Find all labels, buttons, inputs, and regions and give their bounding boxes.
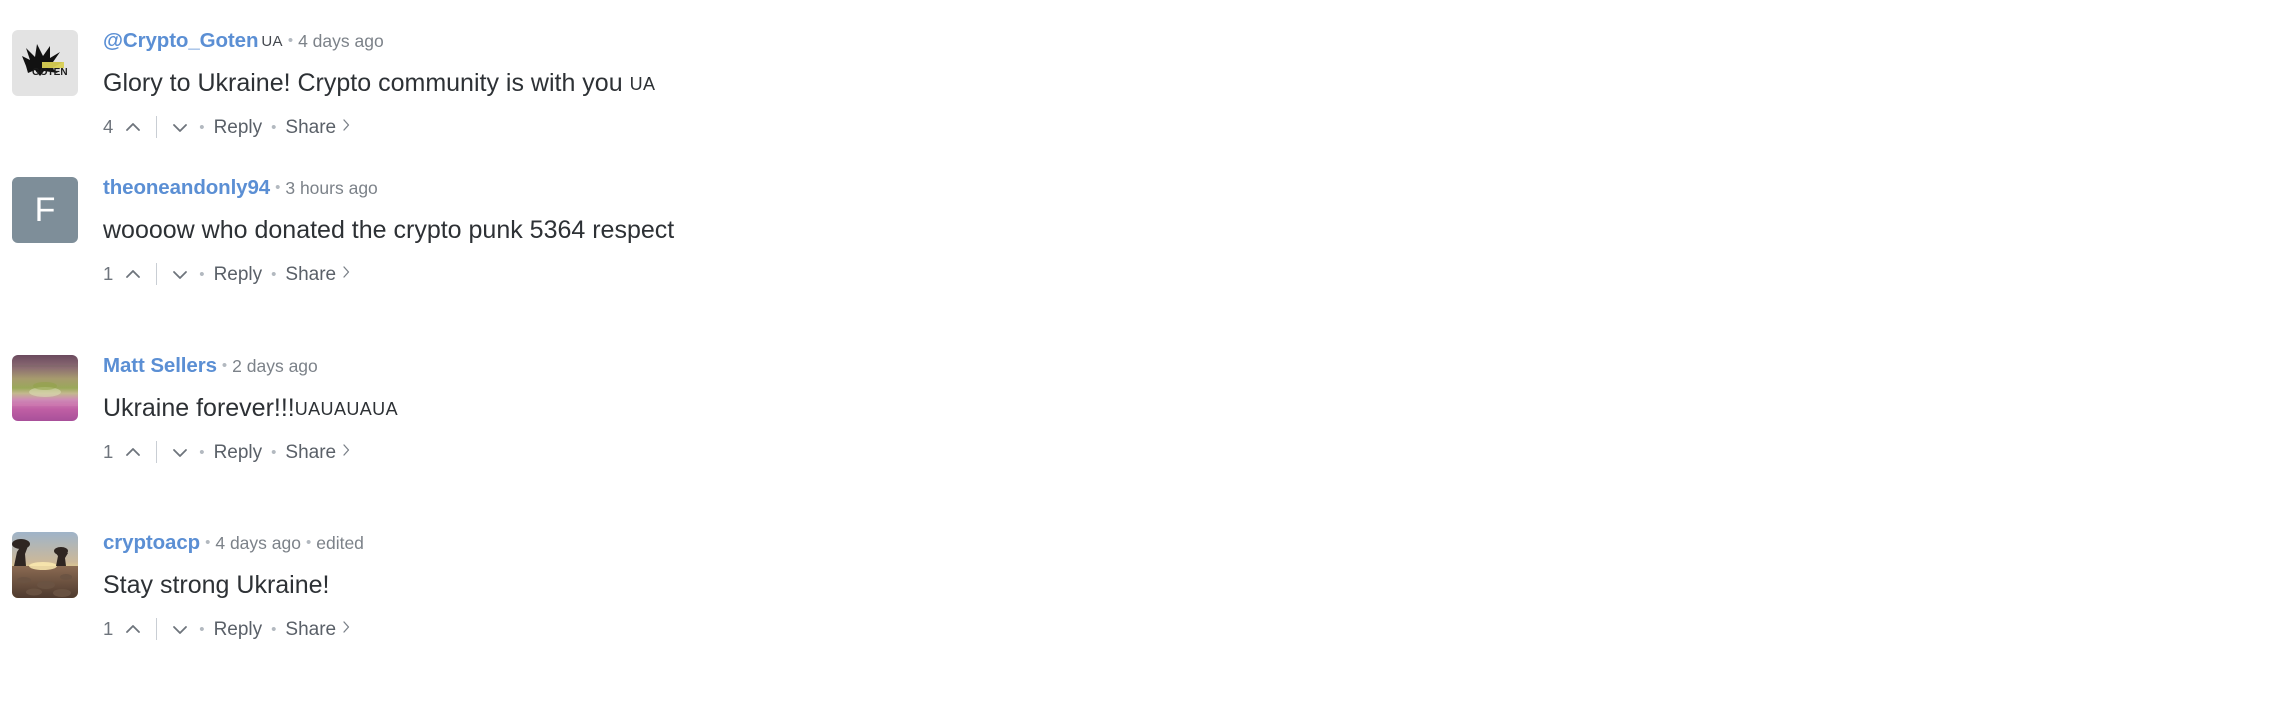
upvote-icon[interactable] — [123, 264, 143, 284]
avatar-initial: F — [34, 191, 56, 229]
comment-meta: cryptoacp • 4 days ago • edited — [103, 532, 2282, 554]
reply-button[interactable]: Reply — [214, 443, 263, 462]
comment-actions: 1 • Reply • Share — [103, 441, 2282, 463]
comment-meta: @Crypto_Goten UA • 4 days ago — [103, 30, 2282, 52]
chevron-right-icon — [342, 442, 351, 462]
comment-author-link[interactable]: Matt Sellers — [103, 354, 217, 377]
avatar[interactable] — [12, 532, 78, 598]
share-button[interactable]: Share — [285, 117, 351, 137]
downvote-icon[interactable] — [170, 117, 190, 137]
downvote-icon[interactable] — [170, 264, 190, 284]
action-separator: • — [271, 118, 277, 136]
downvote-icon[interactable] — [170, 442, 190, 462]
vote-divider — [156, 116, 158, 138]
vote-count: 1 — [103, 617, 114, 639]
action-separator: • — [271, 620, 277, 638]
upvote-icon[interactable] — [123, 442, 143, 462]
vote-count: 1 — [103, 440, 114, 462]
chevron-right-icon — [342, 619, 351, 639]
meta-separator: • — [205, 534, 211, 551]
upvote-icon[interactable] — [123, 619, 143, 639]
comment-timestamp: 3 hours ago — [285, 178, 378, 198]
meta-separator: • — [275, 179, 281, 196]
meta-separator: • — [221, 357, 228, 374]
svg-text:GOTEN: GOTEN — [32, 67, 68, 78]
action-separator: • — [199, 118, 205, 136]
action-separator: • — [271, 443, 277, 461]
comment-author-link[interactable]: theoneandonly94 — [103, 176, 270, 199]
comment-text: woooow who donated the crypto punk 5364 … — [103, 216, 2282, 246]
comment-body: @Crypto_Goten UA • 4 days ago Glory to Ukrai… — [103, 30, 2282, 138]
comment-meta: Matt Sellers • 2 days ago — [103, 355, 2282, 377]
comment-actions: 1 • Reply • Share — [103, 263, 2282, 285]
share-button[interactable]: Share — [285, 619, 351, 639]
comment-text: Ukraine forever!!!UAUAUAUA — [103, 394, 2282, 424]
comment-timestamp: 4 days ago — [215, 533, 301, 553]
comment-actions: 4 • Reply • Share — [103, 116, 2282, 138]
chevron-right-icon — [342, 264, 351, 284]
comment-timestamp: 2 days ago — [232, 356, 318, 376]
reply-button[interactable]: Reply — [214, 118, 263, 137]
meta-separator: • — [305, 534, 312, 551]
share-label: Share — [285, 618, 337, 640]
comment-actions: 1 • Reply • Share — [103, 618, 2282, 640]
downvote-icon[interactable] — [170, 619, 190, 639]
comment-author-link[interactable]: @Crypto_Goten — [103, 29, 258, 52]
comment: cryptoacp • 4 days ago • edited Stay strong U… — [0, 532, 2282, 715]
share-label: Share — [285, 263, 337, 285]
comment-text-content: woooow who donated the crypto punk 5364 … — [103, 215, 675, 244]
chevron-right-icon — [342, 117, 351, 137]
vote-count: 4 — [103, 115, 114, 137]
reply-button[interactable]: Reply — [214, 265, 263, 284]
share-label: Share — [285, 441, 337, 463]
comment: Ftheoneandonly94 • 3 hours ago woooow who d… — [0, 177, 2282, 355]
avatar[interactable]: GOTEN — [12, 30, 78, 96]
edited-badge: edited — [316, 533, 364, 553]
comment-text: Glory to Ukraine! Crypto community is wi… — [103, 69, 2282, 99]
avatar[interactable] — [12, 355, 78, 421]
upvote-icon[interactable] — [123, 117, 143, 137]
comment-thread: GOTEN @Crypto_Goten UA • 4 days ago Glory to … — [0, 0, 2282, 715]
action-separator: • — [271, 265, 277, 283]
comment-body: theoneandonly94 • 3 hours ago woooow who do… — [103, 177, 2282, 285]
vote-count: 1 — [103, 262, 114, 284]
share-button[interactable]: Share — [285, 442, 351, 462]
comment-author-link[interactable]: cryptoacp — [103, 531, 200, 554]
comment-body: cryptoacp • 4 days ago • edited Stay strong U… — [103, 532, 2282, 640]
comment-timestamp: 4 days ago — [298, 31, 384, 51]
action-separator: • — [199, 265, 205, 283]
ukraine-flag-icon: UAUAUAUA — [294, 398, 398, 419]
comment-meta: theoneandonly94 • 3 hours ago — [103, 177, 2282, 199]
avatar[interactable]: F — [12, 177, 78, 243]
comment-text: Stay strong Ukraine! — [103, 571, 2282, 601]
share-label: Share — [285, 116, 337, 138]
ukraine-flag-icon: UA — [261, 33, 283, 50]
comment-text-content: Stay strong Ukraine! — [103, 570, 330, 599]
meta-separator: • — [287, 32, 294, 49]
vote-divider — [156, 441, 158, 463]
action-separator: • — [199, 443, 205, 461]
comment-text-content: Glory to Ukraine! Crypto community is wi… — [103, 68, 630, 97]
share-button[interactable]: Share — [285, 264, 351, 284]
comment: GOTEN @Crypto_Goten UA • 4 days ago Glory to … — [0, 0, 2282, 177]
vote-divider — [156, 263, 158, 285]
comment: Matt Sellers • 2 days ago Ukraine forever!!… — [0, 355, 2282, 532]
reply-button[interactable]: Reply — [214, 620, 263, 639]
action-separator: • — [199, 620, 205, 638]
ukraine-flag-icon: UA — [629, 73, 656, 94]
comment-text-content: Ukraine forever!!! — [103, 393, 295, 422]
comment-body: Matt Sellers • 2 days ago Ukraine forever!!… — [103, 355, 2282, 463]
vote-divider — [156, 618, 158, 640]
